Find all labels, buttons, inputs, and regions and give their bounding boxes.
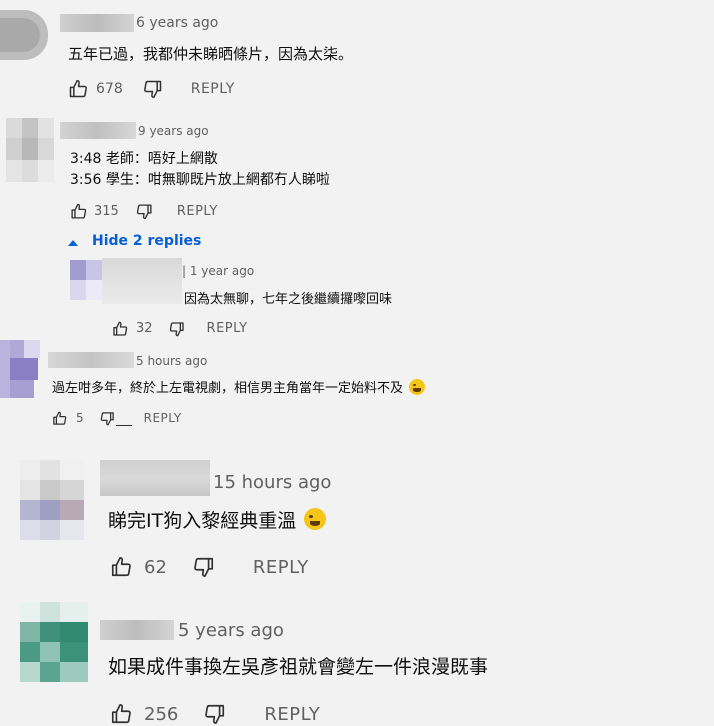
comment-text: 因為太無聊，七年之後繼續攞嚟回味 (184, 292, 393, 307)
reply-button[interactable]: REPLY (264, 704, 320, 725)
author-name[interactable] (60, 122, 136, 139)
author-name[interactable] (100, 620, 174, 640)
face-with-tears-of-joy-emoji (409, 379, 426, 395)
comment-time[interactable]: 9 years ago (138, 124, 209, 138)
comment-text-body: 過左咁多年，終於上左電視劇，相信男主角當年一定始料不及 (52, 381, 404, 396)
avatar[interactable] (20, 460, 84, 540)
comment-time[interactable]: 6 years ago (136, 15, 218, 31)
like-count: 315 (94, 203, 119, 219)
divider (115, 424, 132, 426)
caret-up-icon (68, 236, 78, 246)
thumbs-down-icon[interactable] (193, 556, 215, 578)
thumbs-down-icon[interactable] (169, 321, 185, 337)
author-name[interactable] (60, 14, 134, 32)
comment-actions: 678 REPLY (68, 79, 235, 99)
reply-button[interactable]: REPLY (253, 557, 309, 578)
comment-actions: 256 REPLY (110, 702, 320, 726)
thumbs-down-icon[interactable] (100, 411, 115, 426)
reply-button[interactable]: REPLY (191, 81, 235, 97)
comment-text-line-2: 3:56 學生：咁無聊既片放上網都冇人睇啦 (70, 172, 330, 188)
avatar[interactable] (20, 602, 88, 682)
comment-text: 如果成件事換左吳彥祖就會變左一件浪漫既事 (108, 656, 489, 678)
comment-time-label: 1 year ago (189, 264, 255, 278)
like-count: 678 (96, 81, 123, 97)
rolling-on-floor-laughing-emoji (304, 508, 327, 530)
comment-text-body: 睇完IT狗入黎經典重溫 (108, 510, 297, 532)
avatar[interactable] (0, 10, 48, 60)
comment-text-line-1: 3:48 老師：唔好上網散 (70, 151, 218, 167)
thumbs-down-icon[interactable] (143, 79, 163, 99)
reply-button[interactable]: REPLY (207, 321, 248, 336)
hide-replies-button[interactable]: Hide 2 replies (68, 233, 201, 249)
author-name[interactable] (100, 460, 210, 496)
reply-button[interactable]: REPLY (177, 204, 218, 219)
thumbs-up-icon[interactable] (52, 411, 67, 426)
comment-actions: 315 REPLY (70, 202, 218, 220)
author-name[interactable] (102, 258, 182, 304)
comment-text: 五年已過，我都仲未睇晒條片，因為太柒。 (68, 45, 354, 63)
comment-actions: 62 REPLY (110, 555, 309, 579)
like-count: 62 (144, 556, 167, 578)
comment-actions: 5 REPLY (52, 410, 182, 426)
like-count: 256 (144, 703, 179, 725)
comment-time[interactable]: 15 hours ago (213, 472, 331, 493)
thumbs-up-icon[interactable] (110, 556, 132, 578)
comment-time[interactable]: 5 years ago (178, 620, 284, 641)
thumbs-down-icon[interactable] (136, 203, 153, 220)
comment-actions: 32 REPLY (112, 320, 248, 337)
comment-text: 過左咁多年，終於上左電視劇，相信男主角當年一定始料不及 (52, 377, 426, 396)
like-count: 32 (136, 321, 153, 336)
avatar[interactable] (0, 340, 40, 398)
comment-time[interactable]: 5 hours ago (136, 354, 207, 368)
comment-time[interactable]: | 1 year ago (182, 264, 254, 278)
thumbs-up-icon[interactable] (70, 203, 87, 220)
hide-replies-label: Hide 2 replies (92, 233, 202, 249)
avatar[interactable] (70, 260, 102, 300)
reply-button[interactable]: REPLY (144, 411, 182, 425)
thumbs-down-icon[interactable] (204, 703, 226, 725)
thumbs-up-icon[interactable] (68, 79, 88, 99)
like-count: 5 (76, 411, 84, 425)
avatar[interactable] (6, 118, 54, 182)
thumbs-up-icon[interactable] (112, 321, 128, 337)
comment-text: 睇完IT狗入黎經典重溫 (108, 506, 327, 533)
author-name[interactable] (48, 352, 134, 368)
thumbs-up-icon[interactable] (110, 703, 132, 725)
